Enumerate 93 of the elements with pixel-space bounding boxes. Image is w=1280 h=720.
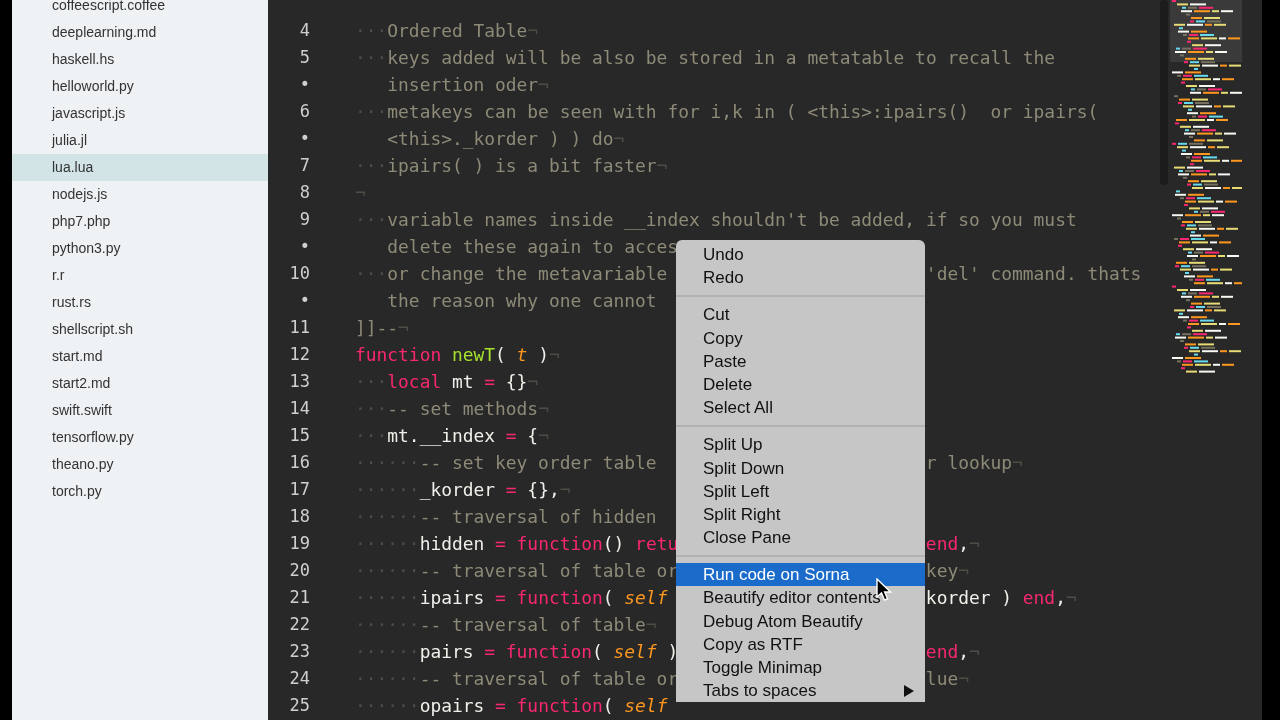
menu-item[interactable]: Toggle Minimap [676,656,925,680]
line-number: 4 [298,19,311,42]
line-number: 16 [288,451,311,474]
line-number: 21 [288,586,311,609]
line-number: 14 [288,397,311,420]
code-text: ···ipairs( ) is a bit faster¬ [355,155,668,176]
file-item[interactable]: r.r [12,262,268,289]
code-text: ]]--¬ [355,317,409,338]
line-number: 24 [288,667,311,690]
menu-item[interactable]: Run code on Sorna [676,563,925,587]
line-number: 5 [298,46,311,69]
line-number: 25 [288,694,311,717]
code-text: ···or change the metavariable [355,263,668,284]
file-item[interactable]: start.md [12,343,268,370]
line-number: 7 [298,154,311,177]
file-item[interactable]: javascript.js [12,100,268,127]
line-number: 10 [288,262,311,285]
file-item[interactable]: rust.rs [12,289,268,316]
menu-item[interactable]: Copy [676,326,925,350]
code-text: delete these again to acces [386,236,679,257]
line-number: • [298,127,311,150]
menu-item[interactable]: Beautify editor contents [676,586,925,610]
menu-item[interactable]: Copy as RTF [676,632,925,656]
line-number: 9 [298,208,311,231]
line-number: 20 [288,559,311,582]
code-text: 'del' command. thats [925,262,1142,286]
file-item[interactable]: shellscript.sh [12,316,268,343]
line-number: 17 [288,478,311,501]
code-text: ······-- set key order table [355,452,657,473]
file-item[interactable]: haskell.hs [12,46,268,73]
code-text: ···Ordered Table¬ [355,20,539,41]
code-text: ······opairs = function( self [355,695,668,716]
line-number: 19 [288,532,311,555]
code-text: <this>._korder ) ) do¬ [386,128,625,149]
menu-item[interactable]: Split Down [676,456,925,480]
code-text: key¬ [925,559,969,583]
code-text: lue¬ [925,667,969,691]
menu-item[interactable]: Debug Atom Beautify [676,609,925,633]
line-number: 23 [288,640,311,663]
file-item[interactable]: helloworld.py [12,73,268,100]
menu-item[interactable]: Undo [676,243,925,267]
line-number: 6 [298,100,311,123]
menu-item[interactable]: Delete [676,372,925,397]
line-number: 12 [288,343,311,366]
menu-item[interactable]: Select All [676,396,925,420]
code-text: end,¬ [925,532,980,556]
line-number: • [298,73,311,96]
code-text: ······ipairs = function( self [355,587,668,608]
code-text: ···local mt = {}¬ [355,371,539,392]
code-text: ······-- traversal of table¬ [355,614,657,635]
file-item[interactable]: nodejs.js [12,181,268,208]
code-text: ···keys added will be also be stored in a metatable to recall the [355,47,1056,68]
menu-item[interactable]: Split Up [676,433,925,457]
menu-item[interactable]: Tabs to spaces [676,679,925,703]
line-number: 11 [288,316,311,339]
file-item[interactable]: julia.jl [12,127,268,154]
menu-item[interactable]: Cut [676,303,925,327]
code-text: ······pairs = function( self ) [355,641,679,662]
line-number: 13 [288,370,311,393]
file-item[interactable]: coffeescript.coffee [12,0,268,19]
code-text: the reason why one cannot [386,290,657,311]
menu-item[interactable]: Close Pane [676,526,925,550]
file-item[interactable]: theano.py [12,451,268,478]
code-text: ···-- set methods¬ [355,398,549,419]
menu-item[interactable]: Split Right [676,502,925,527]
code-text: ···metakeys can be seen with for i,k in ( <this>:ipairs() or ipairs( [355,101,1099,122]
line-number: • [298,235,311,258]
code-text: ······_korder = {},¬ [355,479,571,500]
code-text: korder ) end,¬ [925,586,1077,610]
code-text: ······-- traversal of hidden [355,506,657,527]
code-text: r lookup¬ [925,451,1023,475]
line-number: 15 [288,424,311,447]
file-item[interactable]: tensorflow.py [12,424,268,451]
code-text: ···variable names inside __index shouldn't be added, if so you must [355,209,1077,230]
line-number: 22 [288,613,311,636]
file-item[interactable]: lua.lua [12,154,268,181]
file-item[interactable]: python3.py [12,235,268,262]
line-number: • [298,289,311,312]
code-text: function newT( t )¬ [355,344,560,365]
menu-item[interactable]: Redo [676,266,925,290]
code-text: insertion oder¬ [386,74,549,95]
file-item[interactable]: start2.md [12,370,268,397]
code-text: end,¬ [925,640,980,664]
file-item[interactable]: php7.php [12,208,268,235]
line-number: 18 [288,505,311,528]
menu-item[interactable]: Split Left [676,479,925,503]
file-item[interactable]: deeplearning.md [12,19,268,46]
code-text: ¬ [355,182,366,203]
code-text: ···mt.__index = {¬ [355,425,549,446]
file-item[interactable]: torch.py [12,478,268,505]
line-number: 8 [298,181,311,204]
file-item[interactable]: swift.swift [12,397,268,424]
menu-item[interactable]: Paste [676,349,925,373]
